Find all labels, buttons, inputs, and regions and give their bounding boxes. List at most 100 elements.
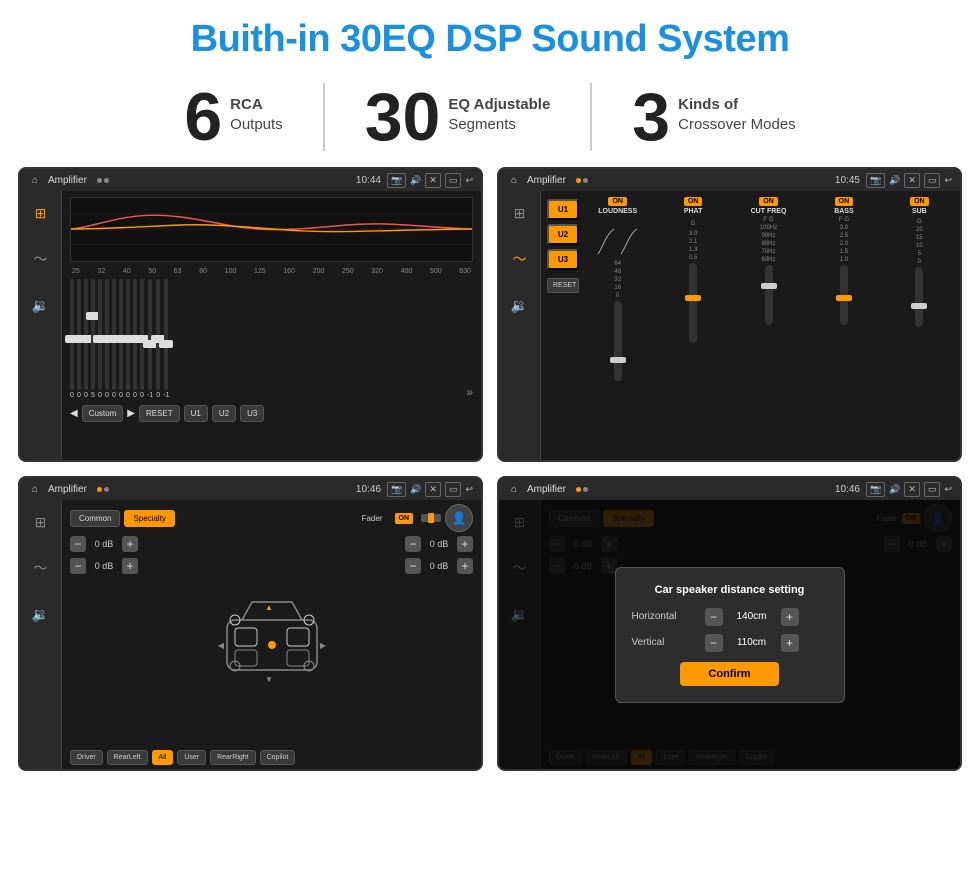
dialog-vertical-plus[interactable]: + [781, 634, 799, 652]
copilot-btn-3[interactable]: Copilot [260, 750, 296, 765]
loudness-label: LOUDNESS [598, 208, 637, 215]
dot-2 [104, 178, 109, 183]
custom-preset-btn[interactable]: Custom [82, 405, 124, 422]
reset-btn-1[interactable]: RESET [139, 405, 180, 422]
cutfreq-thumb[interactable] [761, 283, 777, 289]
home-icon-2[interactable]: ⌂ [507, 173, 521, 187]
next-preset-btn[interactable]: ▶ [127, 408, 135, 419]
tab-common-3[interactable]: Common [70, 510, 120, 527]
vol-plus-1[interactable]: + [122, 558, 138, 574]
dialog-horizontal-minus[interactable]: − [705, 608, 723, 626]
dot-7 [576, 487, 581, 492]
eq-main: 25 32 40 50 63 80 100 125 160 200 250 32… [62, 191, 481, 460]
status-time-1: 10:44 📷 🔊 ✕ ▭ ↩ [356, 173, 473, 188]
bass-thumb[interactable] [836, 295, 852, 301]
fader-toggle-3[interactable]: ON [395, 513, 414, 524]
crossover-layout: U1 U2 U3 RESET ON LOUDNESS [541, 191, 960, 460]
vol-val-0: 0 dB [90, 539, 118, 549]
speaker-icon-2[interactable]: 🔉 [506, 291, 534, 319]
phat-thumb[interactable] [685, 295, 701, 301]
home-icon-3[interactable]: ⌂ [28, 482, 42, 496]
time-display-2: 10:45 [835, 175, 860, 186]
back-icon-2[interactable]: ↩ [944, 175, 952, 186]
stat-crossover: 3 Kinds of Crossover Modes [592, 83, 835, 151]
camera-icon-3: 📷 [387, 482, 406, 497]
prev-preset-btn[interactable]: ◀ [70, 408, 78, 419]
dialog-overlay: Car speaker distance setting Horizontal … [499, 500, 960, 769]
eq-graph-svg [71, 198, 472, 261]
svg-text:◀: ◀ [217, 641, 224, 650]
sub-g-label: G [917, 219, 922, 225]
status-icons-1: 📷 🔊 ✕ ▭ ↩ [387, 173, 473, 188]
all-btn-3[interactable]: All [152, 750, 174, 765]
speaker-icon[interactable]: 🔉 [27, 291, 55, 319]
vol-row-0: − 0 dB + [70, 536, 138, 552]
eq-slider-2[interactable]: 0 [84, 279, 88, 399]
status-icons-2: 📷 🔊 ✕ ▭ ↩ [866, 173, 952, 188]
wave-icon-3[interactable]: 〜 [27, 554, 55, 582]
status-icons-3: 📷 🔊 ✕ ▭ ↩ [387, 482, 473, 497]
screen-content-2: ⊞ 〜 🔉 U1 U2 U3 RESET ON LOUDNESS [499, 191, 960, 460]
vol-val-1: 0 dB [90, 561, 118, 571]
status-bar-1: ⌂ Amplifier 10:44 📷 🔊 ✕ ▭ ↩ [20, 169, 481, 191]
home-icon[interactable]: ⌂ [28, 173, 42, 187]
dot-4 [583, 178, 588, 183]
status-bar-4: ⌂ Amplifier 10:46 📷 🔊 ✕ ▭ ↩ [499, 478, 960, 500]
rearleft-btn-3[interactable]: RearLeft [107, 750, 148, 765]
u1-btn-1[interactable]: U1 [184, 405, 208, 422]
cutfreq-slider[interactable] [765, 265, 773, 325]
vol-plus-3[interactable]: + [457, 558, 473, 574]
back-icon-4[interactable]: ↩ [944, 484, 952, 495]
preset-u3[interactable]: U3 [547, 249, 579, 270]
sub-thumb[interactable] [911, 303, 927, 309]
loudness-slider[interactable] [614, 301, 622, 381]
u2-btn-1[interactable]: U2 [212, 405, 236, 422]
eq-icon[interactable]: ⊞ [27, 199, 55, 227]
bass-slider[interactable] [840, 265, 848, 325]
eq-icon-3[interactable]: ⊞ [27, 508, 55, 536]
eq-slider-12[interactable]: 0 [156, 279, 160, 399]
dialog-horizontal-plus[interactable]: + [781, 608, 799, 626]
eq-slider-13[interactable]: -1 [163, 279, 169, 399]
bass-ticks: 3.0 2.5 2.0 1.5 1.0 [840, 225, 848, 263]
stat-crossover-number: 3 [632, 83, 670, 151]
volume-icon-2: 🔊 [889, 175, 900, 186]
back-icon-3[interactable]: ↩ [465, 484, 473, 495]
phat-slider[interactable] [689, 263, 697, 343]
eq-slider-10[interactable]: 0 [140, 279, 144, 399]
sub-slider[interactable] [915, 267, 923, 327]
vol-minus-2[interactable]: − [405, 536, 421, 552]
user-icon-btn-3[interactable]: 👤 [445, 504, 473, 532]
battery-icon-2: ▭ [924, 173, 941, 188]
u3-btn-1[interactable]: U3 [240, 405, 264, 422]
driver-btn-3[interactable]: Driver [70, 750, 103, 765]
vol-minus-3[interactable]: − [405, 558, 421, 574]
expand-icon[interactable]: » [466, 385, 473, 399]
loudness-thumb[interactable] [610, 357, 626, 363]
wave-icon-2[interactable]: 〜 [506, 245, 534, 273]
fader-body: − 0 dB + − 0 dB + [70, 536, 473, 744]
preset-u2[interactable]: U2 [547, 224, 579, 245]
vol-minus-0[interactable]: − [70, 536, 86, 552]
tab-specialty-3[interactable]: Specialty [124, 510, 174, 527]
rearright-btn-3[interactable]: RearRight [210, 750, 256, 765]
dialog-vertical-minus[interactable]: − [705, 634, 723, 652]
home-icon-4[interactable]: ⌂ [507, 482, 521, 496]
reset-btn-2[interactable]: RESET [547, 278, 579, 293]
dialog-vertical-label: Vertical [632, 637, 697, 648]
back-icon-1[interactable]: ↩ [465, 175, 473, 186]
vol-minus-1[interactable]: − [70, 558, 86, 574]
speaker-icon-3[interactable]: 🔉 [27, 600, 55, 628]
vol-plus-0[interactable]: + [122, 536, 138, 552]
preset-u1[interactable]: U1 [547, 199, 579, 220]
eq-icon-2[interactable]: ⊞ [506, 199, 534, 227]
dialog-horizontal-label: Horizontal [632, 611, 697, 622]
confirm-button[interactable]: Confirm [680, 662, 778, 686]
camera-icon-1: 📷 [387, 173, 406, 188]
status-indicators-1 [97, 178, 109, 183]
vol-plus-2[interactable]: + [457, 536, 473, 552]
wave-icon[interactable]: 〜 [27, 245, 55, 273]
loudness-on-badge: ON [608, 197, 627, 206]
left-panel-3: ⊞ 〜 🔉 [20, 500, 62, 769]
user-btn-3[interactable]: User [177, 750, 206, 765]
